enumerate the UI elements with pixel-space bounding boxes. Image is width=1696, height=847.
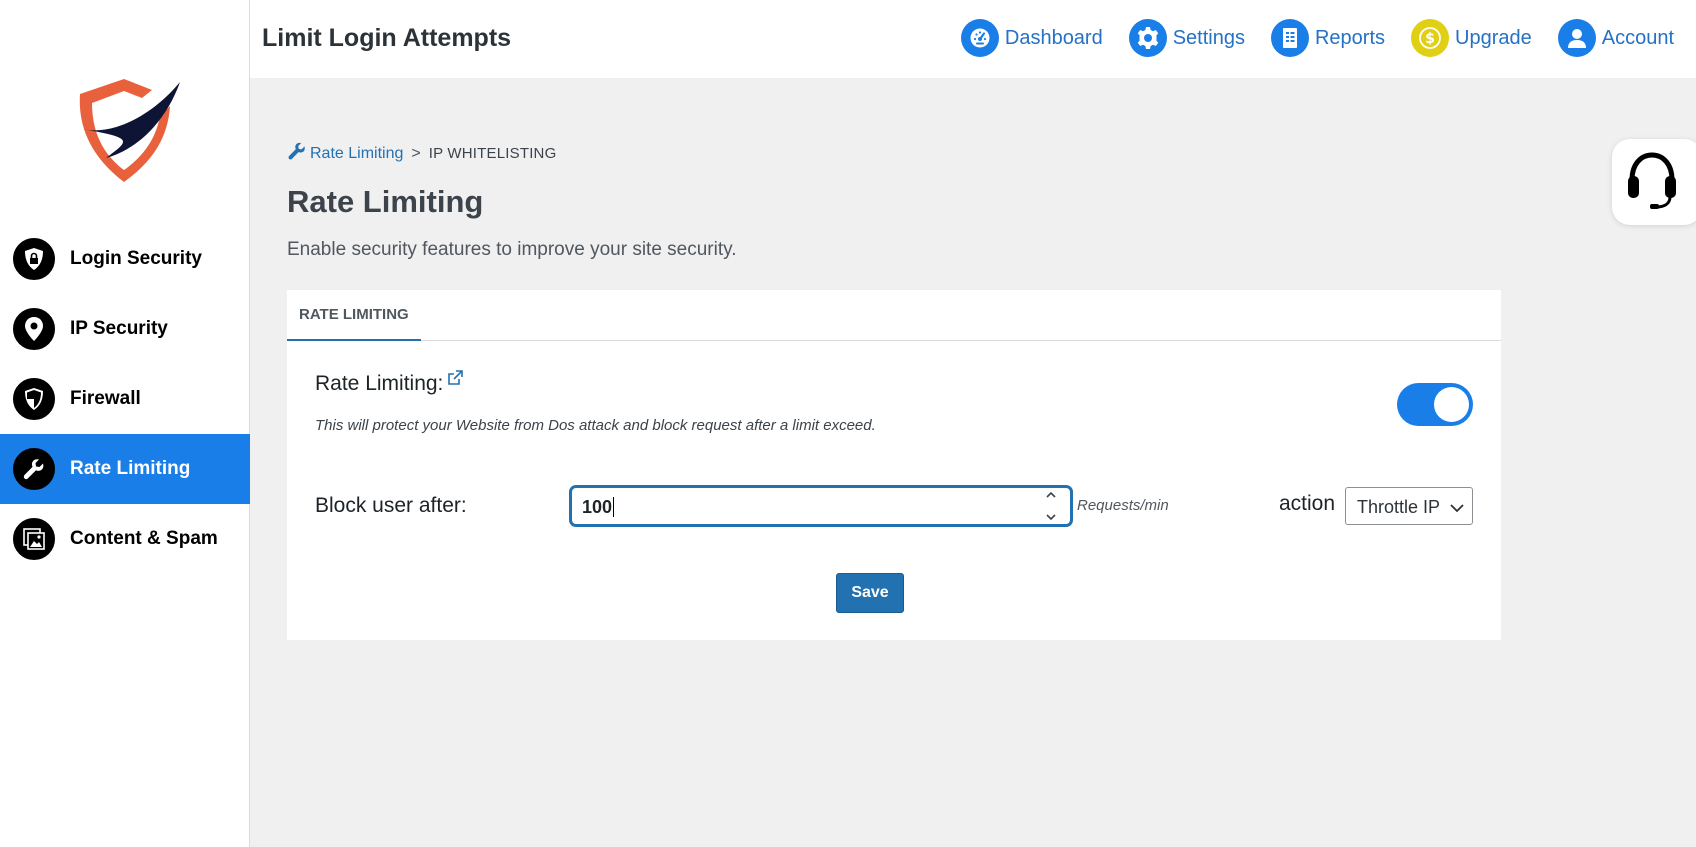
breadcrumb: Rate Limiting > IP WHITELISTING bbox=[287, 141, 556, 166]
top-nav-account[interactable]: Account bbox=[1557, 19, 1674, 57]
top-nav-label: Upgrade bbox=[1455, 26, 1532, 49]
sidebar-item-content-spam[interactable]: Content & Spam bbox=[0, 504, 250, 574]
stepper-down-icon[interactable] bbox=[1046, 514, 1056, 520]
location-pin-icon bbox=[11, 306, 57, 352]
sidebar-item-login-security[interactable]: Login Security bbox=[0, 224, 250, 294]
tab-rate-limiting[interactable]: RATE LIMITING bbox=[287, 290, 421, 341]
breadcrumb-separator: > bbox=[411, 144, 421, 162]
top-nav-upgrade[interactable]: $ Upgrade bbox=[1411, 19, 1532, 57]
sidebar-nav: Login Security IP Security Firewall Rate… bbox=[0, 224, 250, 574]
top-nav-label: Reports bbox=[1314, 26, 1386, 49]
top-nav-label: Settings bbox=[1172, 26, 1245, 49]
top-nav-label: Account bbox=[1601, 26, 1674, 49]
speedometer-icon bbox=[960, 19, 999, 57]
block-user-label: Block user after: bbox=[315, 494, 467, 517]
sidebar-item-label: Content & Spam bbox=[70, 528, 218, 549]
gear-icon bbox=[1128, 19, 1167, 57]
wrench-icon bbox=[11, 446, 57, 492]
sidebar-item-label: IP Security bbox=[70, 318, 168, 339]
block-user-value: 100 bbox=[582, 497, 613, 517]
sidebar-item-ip-security[interactable]: IP Security bbox=[0, 294, 250, 364]
sidebar: Login Security IP Security Firewall Rate… bbox=[0, 0, 250, 847]
rate-limiting-label: Rate Limiting: bbox=[315, 372, 444, 395]
breadcrumb-current: IP WHITELISTING bbox=[428, 145, 557, 162]
shield-logo[interactable] bbox=[72, 76, 182, 186]
stepper-up-icon[interactable] bbox=[1046, 492, 1056, 498]
headset-icon bbox=[1626, 150, 1678, 215]
rate-limiting-help: This will protect your Website from Dos … bbox=[315, 417, 876, 434]
sidebar-item-label: Firewall bbox=[70, 388, 141, 409]
action-select-value: Throttle IP bbox=[1357, 497, 1441, 517]
support-button[interactable] bbox=[1612, 139, 1696, 225]
rate-limiting-label-row: Rate Limiting: bbox=[315, 370, 464, 396]
dollar-icon: $ bbox=[1411, 19, 1450, 57]
top-nav-label: Dashboard bbox=[1004, 26, 1103, 49]
top-nav-settings[interactable]: Settings bbox=[1128, 19, 1245, 57]
user-icon bbox=[1557, 19, 1596, 57]
sidebar-item-label: Login Security bbox=[70, 248, 202, 269]
action-select[interactable]: Throttle IP bbox=[1345, 487, 1473, 525]
sidebar-item-rate-limiting[interactable]: Rate Limiting bbox=[0, 434, 250, 504]
document-icon bbox=[1270, 19, 1309, 57]
image-stack-icon bbox=[11, 516, 57, 562]
page-description: Enable security features to improve your… bbox=[287, 239, 737, 260]
save-button[interactable]: Save bbox=[836, 573, 904, 613]
number-stepper[interactable] bbox=[1044, 492, 1058, 520]
top-nav: Dashboard Settings Reports $ Upgrade Acc… bbox=[935, 19, 1674, 57]
app-title: Limit Login Attempts bbox=[262, 24, 512, 52]
sidebar-item-firewall[interactable]: Firewall bbox=[0, 364, 250, 434]
page-title: Rate Limiting bbox=[287, 184, 484, 219]
sidebar-item-label: Rate Limiting bbox=[70, 458, 191, 479]
block-user-input[interactable]: 100 bbox=[570, 486, 1072, 526]
toggle-knob bbox=[1434, 387, 1469, 422]
top-bar: Limit Login Attempts Dashboard Settings … bbox=[250, 0, 1696, 78]
shield-icon bbox=[11, 376, 57, 422]
tab-bar: RATE LIMITING bbox=[287, 290, 1501, 341]
top-nav-reports[interactable]: Reports bbox=[1270, 19, 1386, 57]
top-nav-dashboard[interactable]: Dashboard bbox=[960, 19, 1103, 57]
svg-text:$: $ bbox=[1425, 31, 1435, 47]
rate-limiting-toggle[interactable] bbox=[1397, 383, 1473, 426]
settings-card: RATE LIMITING Rate Limiting: This will p… bbox=[287, 290, 1501, 640]
chevron-down-icon bbox=[1450, 500, 1464, 518]
action-label: action bbox=[1279, 492, 1336, 515]
units-label: Requests/min bbox=[1077, 497, 1169, 514]
lock-shield-icon bbox=[11, 236, 57, 282]
breadcrumb-link[interactable]: Rate Limiting bbox=[310, 145, 403, 163]
external-link-icon[interactable] bbox=[447, 368, 464, 392]
wrench-icon bbox=[287, 141, 307, 166]
